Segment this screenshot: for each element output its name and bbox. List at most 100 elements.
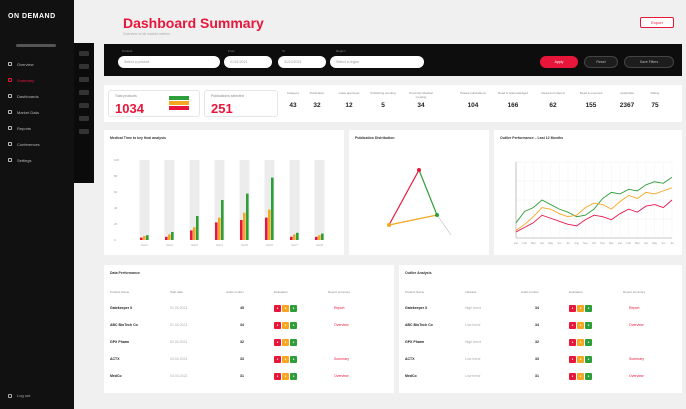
data-performance-panel: Data Performance Product Name Start date A…: [104, 265, 394, 393]
evaluation-tag[interactable]: ●: [290, 338, 297, 346]
row-number: 32: [240, 340, 244, 344]
table-row[interactable]: ACTX Low trend 33 ● ● ● Summary: [405, 352, 686, 366]
kpi-small-value: 75: [651, 102, 659, 109]
evaluation-tag[interactable]: ●: [282, 338, 289, 346]
row-secondary: High trend: [465, 306, 482, 310]
tri-node: [417, 168, 421, 172]
evaluation-tags: ● ● ●: [569, 321, 593, 329]
evaluation-tag[interactable]: ●: [274, 338, 281, 346]
bar: [221, 200, 224, 240]
evaluation-tag[interactable]: ●: [282, 321, 289, 329]
product-select[interactable]: Select a product: [118, 56, 220, 68]
rail-item[interactable]: [79, 129, 89, 134]
table-row[interactable]: ABC BioTech Co Low trend 34 ● ● ● Overview: [405, 318, 686, 332]
table-row[interactable]: ACTX 03.04.2021 33 ● ● ● Summary: [110, 352, 395, 366]
x-tick-label: Apr: [540, 241, 544, 245]
sidebar: ON DEMAND Overview Summary Dashboards Marke…: [0, 0, 74, 409]
sidebar-item[interactable]: Reports: [0, 120, 74, 136]
row-secondary: 03.04.2021: [170, 357, 188, 361]
kpi-small-label: Rating: [650, 91, 660, 95]
report-link[interactable]: Overview: [629, 374, 644, 378]
table-row[interactable]: MedCo Low trend 31 ● ● ● Overview: [405, 369, 686, 383]
filter-label-from: From: [228, 49, 235, 53]
evaluation-tag[interactable]: ●: [585, 338, 592, 346]
kpi-small-label: Read and shared: [541, 91, 565, 95]
x-tick-label: Apr: [644, 241, 648, 245]
row-number: 31: [240, 374, 244, 378]
evaluation-tags: ● ● ●: [274, 338, 298, 346]
evaluation-tag[interactable]: ●: [569, 372, 576, 380]
sidebar-item[interactable]: Market Data: [0, 104, 74, 120]
evaluation-tag[interactable]: ●: [577, 372, 584, 380]
evaluation-tag[interactable]: ●: [585, 355, 592, 363]
report-link[interactable]: Overview: [629, 323, 644, 327]
sidebar-item[interactable]: Overview: [0, 56, 74, 72]
reset-button[interactable]: Reset: [584, 56, 618, 68]
sidebar-item[interactable]: Dashboards: [0, 88, 74, 104]
to-date-input[interactable]: 31/12/2021: [278, 56, 326, 68]
evaluation-tag[interactable]: ●: [585, 304, 592, 312]
report-link[interactable]: Overview: [334, 374, 349, 378]
rail-item[interactable]: [79, 103, 89, 108]
tri-edge: [388, 214, 438, 226]
table-row[interactable]: MedCo 04.04.2021 31 ● ● ● Overview: [110, 369, 395, 383]
evaluation-tag[interactable]: ●: [274, 372, 281, 380]
evaluation-tag[interactable]: ●: [569, 321, 576, 329]
row-number: 32: [535, 340, 539, 344]
evaluation-tag[interactable]: ●: [569, 338, 576, 346]
x-tick-label: Mar: [531, 241, 536, 245]
evaluation-tag[interactable]: ●: [290, 321, 297, 329]
evaluation-tag[interactable]: ●: [577, 355, 584, 363]
sidebar-item[interactable]: Summary: [0, 72, 74, 88]
report-link[interactable]: Summary: [334, 357, 349, 361]
report-link[interactable]: Report: [334, 306, 345, 310]
kpi-small-value: 32: [313, 102, 321, 109]
table-row[interactable]: GPX Pharm 02.04.2021 32 ● ● ●: [110, 335, 395, 349]
evaluation-tag[interactable]: ●: [577, 338, 584, 346]
evaluation-tag[interactable]: ●: [282, 304, 289, 312]
evaluation-tag[interactable]: ●: [585, 321, 592, 329]
bar: [168, 234, 171, 240]
evaluation-tag[interactable]: ●: [577, 321, 584, 329]
x-tick-label: Dec: [609, 241, 614, 245]
rail-item[interactable]: [79, 64, 89, 69]
bar: [293, 234, 296, 240]
evaluation-tag[interactable]: ●: [290, 304, 297, 312]
table-row[interactable]: Gatekeeper X 01.04.2021 45 ● ● ● Report: [110, 301, 395, 315]
nav-icon: [8, 110, 12, 114]
evaluation-tag[interactable]: ●: [282, 372, 289, 380]
sidebar-item-label: Dashboards: [17, 93, 39, 99]
evaluation-tag[interactable]: ●: [274, 321, 281, 329]
kpi-small: Posted publications 104: [456, 91, 490, 109]
row-secondary: Low trend: [465, 374, 481, 378]
sidebar-item[interactable]: Conferences: [0, 136, 74, 152]
rail-item[interactable]: [79, 90, 89, 95]
table-header: Product Name Start date Audit number Evalua…: [110, 285, 395, 299]
apply-button[interactable]: Apply: [540, 56, 578, 68]
report-link[interactable]: Summary: [629, 357, 644, 361]
evaluation-tag[interactable]: ●: [290, 372, 297, 380]
table-row[interactable]: Gatekeeper X High trend 34 ● ● ● Report: [405, 301, 686, 315]
save-filters-button[interactable]: Save Filters: [624, 56, 674, 68]
rail-item[interactable]: [79, 77, 89, 82]
report-link[interactable]: Report: [629, 306, 640, 310]
evaluation-tag[interactable]: ●: [282, 355, 289, 363]
table-row[interactable]: ABC BioTech Co 01.04.2021 34 ● ● ● Overview: [110, 318, 395, 332]
region-select[interactable]: Select a region: [330, 56, 424, 68]
evaluation-tag[interactable]: ●: [577, 304, 584, 312]
evaluation-tag[interactable]: ●: [274, 355, 281, 363]
rail-item[interactable]: [79, 51, 89, 56]
export-button[interactable]: Export: [640, 17, 674, 28]
from-date-input[interactable]: 01/01/2021: [224, 56, 272, 68]
rail-item[interactable]: [79, 116, 89, 121]
table-row[interactable]: GPX Pharm High trend 32 ● ● ●: [405, 335, 686, 349]
evaluation-tag[interactable]: ●: [290, 355, 297, 363]
logout-link[interactable]: Log out: [8, 393, 30, 398]
sidebar-item[interactable]: Settings: [0, 152, 74, 168]
outlier-panel: Outlier Analysis Product Name Indicator Au…: [399, 265, 682, 393]
evaluation-tag[interactable]: ●: [569, 355, 576, 363]
evaluation-tag[interactable]: ●: [569, 304, 576, 312]
evaluation-tag[interactable]: ●: [274, 304, 281, 312]
report-link[interactable]: Overview: [334, 323, 349, 327]
evaluation-tag[interactable]: ●: [585, 372, 592, 380]
